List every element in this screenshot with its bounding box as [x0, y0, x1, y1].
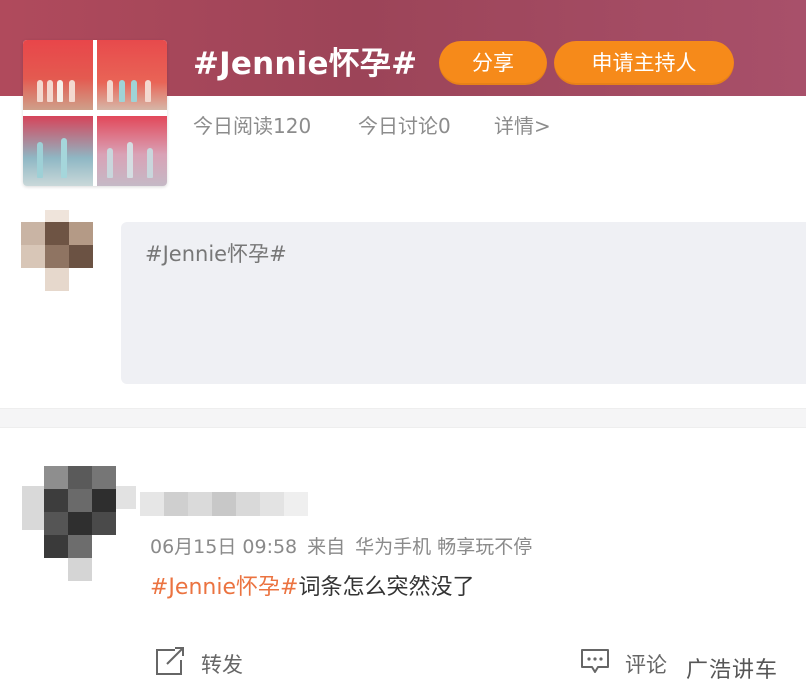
cover-photo-3 — [23, 116, 93, 186]
watermark: 广浩讲车 — [686, 658, 779, 683]
cover-photo-2 — [97, 40, 167, 110]
details-link[interactable]: 详情> — [494, 112, 551, 140]
comment-button[interactable]: 评论 — [579, 646, 667, 686]
comment-label: 评论 — [625, 653, 667, 677]
topic-title: #Jennie怀孕# — [193, 46, 418, 82]
post-meta: 06月15日 09:58 来自 华为手机 畅享玩不停 — [150, 533, 542, 561]
cover-photo-4 — [97, 116, 167, 186]
post-device[interactable]: 华为手机 畅享玩不停 — [355, 536, 532, 558]
section-divider — [0, 408, 806, 428]
post-author-name[interactable] — [140, 492, 310, 516]
current-user-avatar[interactable] — [21, 210, 93, 300]
topic-cover-image — [23, 40, 167, 186]
post-source-prefix: 来自 — [307, 536, 346, 558]
compose-input[interactable]: #Jennie怀孕# — [121, 222, 806, 384]
repost-label: 转发 — [201, 653, 243, 677]
apply-host-button[interactable]: 申请主持人 — [554, 41, 734, 85]
repost-icon — [153, 646, 187, 686]
post-author-avatar[interactable] — [22, 466, 136, 586]
share-button[interactable]: 分享 — [439, 41, 547, 85]
today-discussion-count: 今日讨论0 — [358, 114, 451, 138]
post-content: #Jennie怀孕#词条怎么突然没了 — [150, 571, 474, 605]
post-hashtag-link[interactable]: #Jennie怀孕# — [150, 575, 298, 600]
post-text: 词条怎么突然没了 — [298, 575, 475, 600]
post-timestamp: 06月15日 09:58 — [150, 536, 298, 558]
today-read-count: 今日阅读120 — [193, 114, 312, 138]
cover-photo-1 — [23, 40, 93, 110]
compose-text: #Jennie怀孕# — [145, 242, 287, 266]
comment-icon — [579, 646, 611, 686]
repost-button[interactable]: 转发 — [153, 646, 243, 686]
